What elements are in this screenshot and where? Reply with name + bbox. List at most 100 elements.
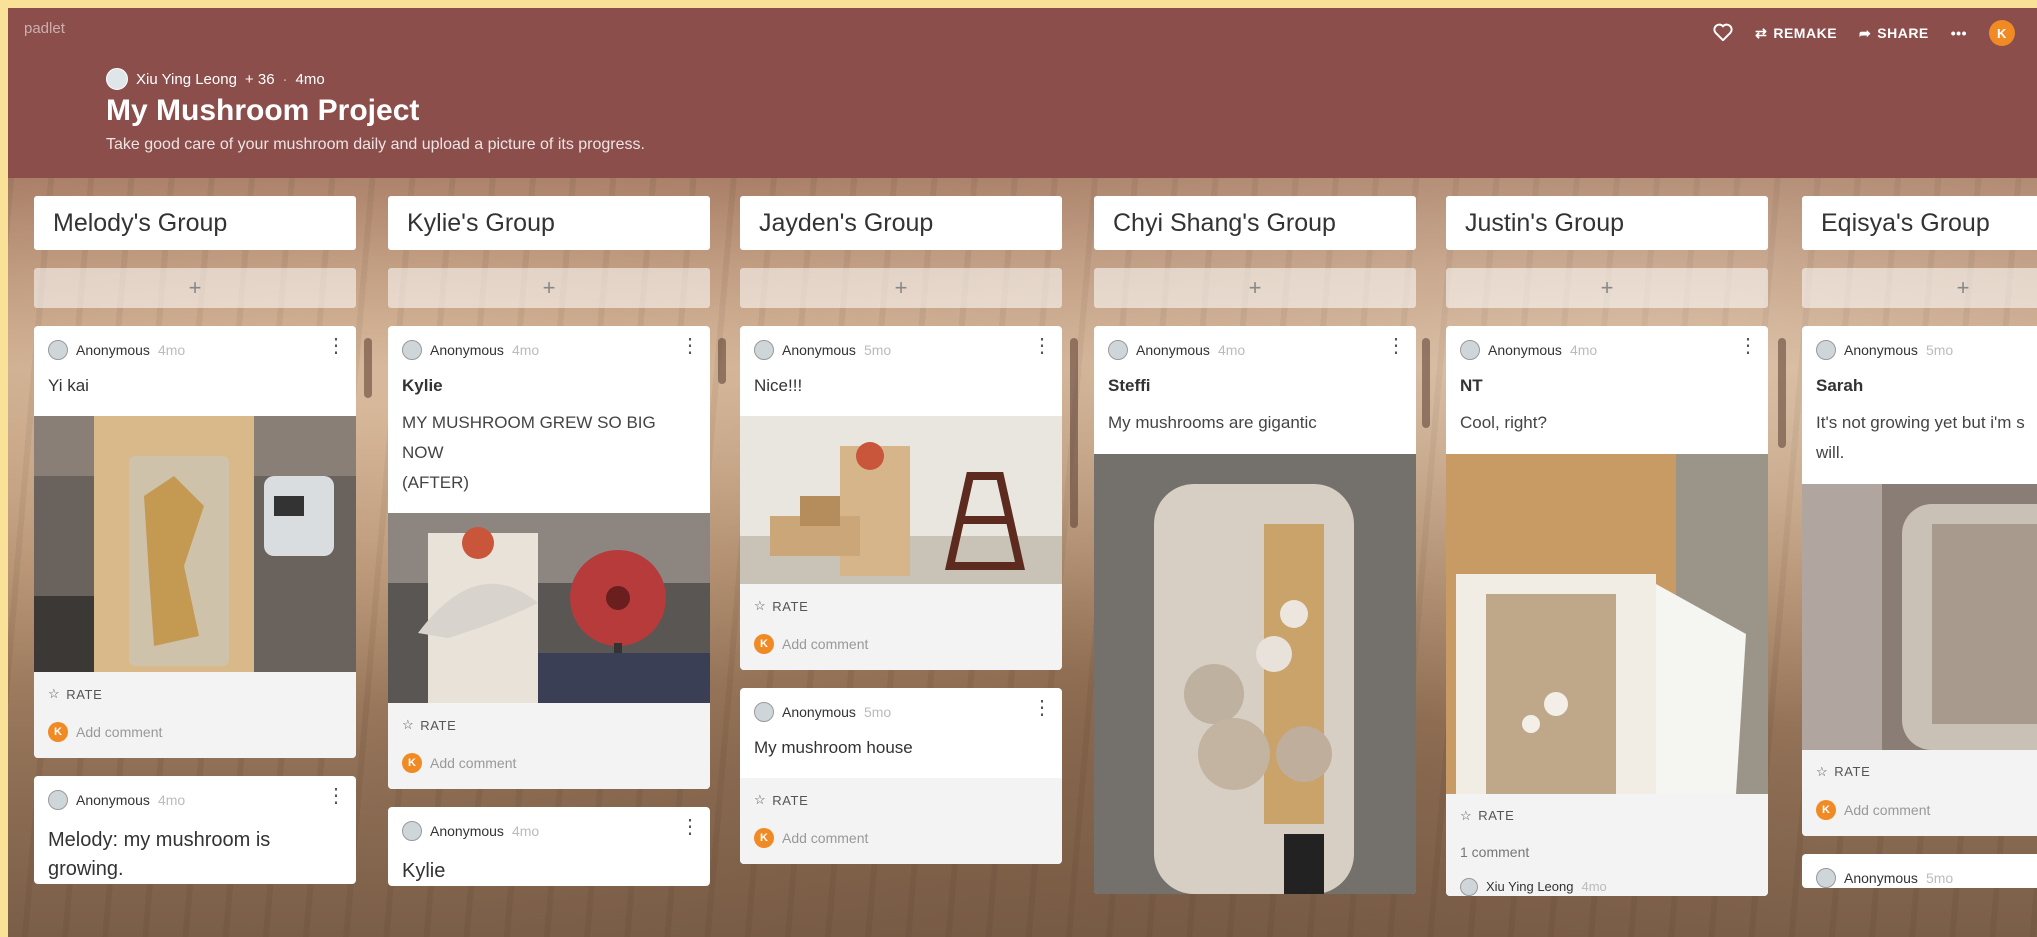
column-scrollbar[interactable]	[1070, 338, 1078, 528]
padlet-logo[interactable]: padlet	[24, 20, 65, 37]
post-card[interactable]: Anonymous 5mo ⋮ My mushroom house ☆ RATE …	[740, 688, 1062, 864]
star-icon: ☆	[1460, 807, 1473, 823]
post-card[interactable]: Anonymous 5mo ⋮ Sarah It's not growing y…	[1802, 326, 2037, 836]
remake-label: REMAKE	[1773, 25, 1838, 41]
board-author[interactable]: Xiu Ying Leong	[136, 71, 237, 88]
add-post-button[interactable]: +	[1094, 268, 1416, 308]
post-card[interactable]: Anonymous 4mo ⋮ NT Cool, right? ☆ RATE 1 …	[1446, 326, 1768, 896]
rate-label: RATE	[1834, 764, 1871, 779]
rate-button[interactable]: ☆ RATE	[1816, 764, 2037, 780]
post-card[interactable]: Anonymous 5mo	[1802, 853, 2037, 888]
post-card[interactable]: Anonymous 4mo ⋮ Melody: my mushroom is g…	[34, 776, 356, 884]
add-comment-button[interactable]: K Add comment	[1816, 799, 2037, 836]
column-scrollbar[interactable]	[1778, 338, 1786, 448]
column-scrollbar[interactable]	[364, 338, 372, 398]
post-card[interactable]: Anonymous 4mo ⋮ Yi kai ☆ RATE K Add commen…	[34, 326, 356, 758]
post-author: Anonymous	[1488, 342, 1562, 358]
post-menu-icon[interactable]: ⋮	[1032, 698, 1052, 718]
post-card[interactable]: Anonymous 4mo ⋮ Kylie	[388, 807, 710, 887]
add-post-button[interactable]: +	[1802, 268, 2037, 308]
post-image[interactable]	[388, 513, 710, 704]
post-card[interactable]: Anonymous 4mo ⋮ Kylie MY MUSHROOM GREW S…	[388, 326, 710, 790]
add-comment-button[interactable]: K Add comment	[402, 753, 696, 789]
rate-button[interactable]: ☆ RATE	[754, 792, 1048, 808]
post-footer: ☆ RATE K Add comment	[740, 584, 1062, 670]
add-post-button[interactable]: +	[740, 268, 1062, 308]
add-comment-label: Add comment	[782, 830, 869, 846]
post-image[interactable]	[740, 416, 1062, 584]
column-chyi-shangs-group: Chyi Shang's Group + Anonymous 4mo ⋮ Ste…	[1094, 196, 1416, 894]
anonymous-avatar	[1460, 340, 1480, 360]
post-time: 5mo	[863, 704, 892, 720]
commenter-avatar	[1460, 877, 1478, 896]
comment-author: Xiu Ying Leong	[1486, 879, 1574, 895]
user-avatar[interactable]: K	[1989, 20, 2015, 46]
post-time: 4mo	[511, 823, 540, 840]
padlet-app: padlet ⇄ REMAKE ➦ SHARE ••• K Xiu Ying L…	[8, 8, 2037, 937]
more-menu-icon[interactable]: •••	[1951, 25, 1967, 41]
heart-icon[interactable]	[1713, 23, 1733, 44]
contributors-count[interactable]: + 36	[245, 71, 275, 88]
add-comment-button[interactable]: K Add comment	[48, 722, 342, 758]
add-comment-button[interactable]: K Add comment	[754, 828, 1048, 864]
post-footer: ☆ RATE 1 comment Xiu Ying Leong 4mo	[1446, 793, 1768, 896]
rate-button[interactable]: ☆ RATE	[402, 717, 696, 733]
post-body-line: It's not growing yet but i'm s	[1816, 413, 2025, 432]
post-header: Anonymous 4mo	[34, 326, 356, 360]
post-author: Anonymous	[1136, 342, 1210, 358]
post-image[interactable]	[34, 416, 356, 672]
post-header: Anonymous 4mo	[388, 326, 710, 360]
post-card[interactable]: Anonymous 4mo ⋮ Steffi My mushrooms are …	[1094, 326, 1416, 894]
post-author: Anonymous	[1844, 869, 1918, 886]
post-menu-icon[interactable]: ⋮	[1032, 336, 1052, 356]
post-image[interactable]	[1446, 453, 1768, 794]
star-icon: ☆	[48, 686, 61, 701]
comments-count[interactable]: 1 comment	[1460, 844, 1754, 860]
anonymous-avatar	[1816, 867, 1836, 888]
add-post-button[interactable]: +	[388, 268, 710, 308]
post-header: Anonymous 4mo	[34, 776, 356, 810]
post-image[interactable]	[1094, 453, 1416, 894]
board-description: Take good care of your mushroom daily an…	[106, 136, 645, 153]
rate-button[interactable]: ☆ RATE	[48, 686, 342, 702]
post-body: MY MUSHROOM GREW SO BIG NOW (AFTER)	[388, 396, 710, 513]
post-spacer	[740, 758, 1062, 778]
post-time: 5mo	[863, 342, 892, 358]
post-menu-icon[interactable]: ⋮	[326, 336, 346, 356]
post-menu-icon[interactable]: ⋮	[680, 336, 700, 356]
star-icon: ☆	[754, 792, 767, 807]
add-comment-label: Add comment	[430, 755, 517, 772]
add-post-button[interactable]: +	[34, 268, 356, 308]
post-title: Kylie	[402, 376, 443, 395]
post-header: Anonymous 4mo	[1446, 326, 1768, 360]
add-post-button[interactable]: +	[1446, 268, 1768, 308]
column-scrollbar[interactable]	[1422, 338, 1430, 428]
post-title: Kylie	[402, 860, 446, 883]
post-menu-icon[interactable]: ⋮	[680, 817, 700, 837]
column-scrollbar[interactable]	[718, 338, 726, 384]
post-card[interactable]: Anonymous 5mo ⋮ Nice!!! ☆ RATE K Add comme…	[740, 326, 1062, 670]
share-button[interactable]: ➦ SHARE	[1859, 25, 1929, 42]
post-author: Anonymous	[430, 823, 504, 840]
post-time: 4mo	[1569, 342, 1598, 358]
header-actions: ⇄ REMAKE ➦ SHARE ••• K	[1713, 20, 2015, 46]
column-justins-group: Justin's Group + Anonymous 4mo ⋮ NT Cool…	[1446, 196, 1768, 896]
rate-button[interactable]: ☆ RATE	[1460, 808, 1754, 824]
column-eqisyas-group: Eqisya's Group + Anonymous 5mo ⋮ Sarah I…	[1802, 196, 2037, 888]
column-kylies-group: Kylie's Group + Anonymous 4mo ⋮ Kylie MY…	[388, 196, 710, 887]
commenter-avatar: K	[48, 722, 68, 742]
anonymous-avatar	[754, 702, 774, 722]
post-image[interactable]	[1802, 483, 2037, 750]
post-title: My mushroom house	[754, 738, 913, 757]
post-author: Anonymous	[76, 342, 150, 358]
post-menu-icon[interactable]: ⋮	[1738, 336, 1758, 356]
post-time: 4mo	[157, 792, 186, 808]
post-menu-icon[interactable]: ⋮	[326, 786, 346, 806]
post-header: Anonymous 4mo	[388, 807, 710, 842]
post-menu-icon[interactable]: ⋮	[1386, 336, 1406, 356]
add-comment-button[interactable]: K Add comment	[754, 634, 1048, 670]
post-body-line: NOW	[402, 442, 444, 462]
remake-button[interactable]: ⇄ REMAKE	[1755, 25, 1837, 42]
board-age: 4mo	[295, 70, 325, 88]
rate-button[interactable]: ☆ RATE	[754, 598, 1048, 614]
